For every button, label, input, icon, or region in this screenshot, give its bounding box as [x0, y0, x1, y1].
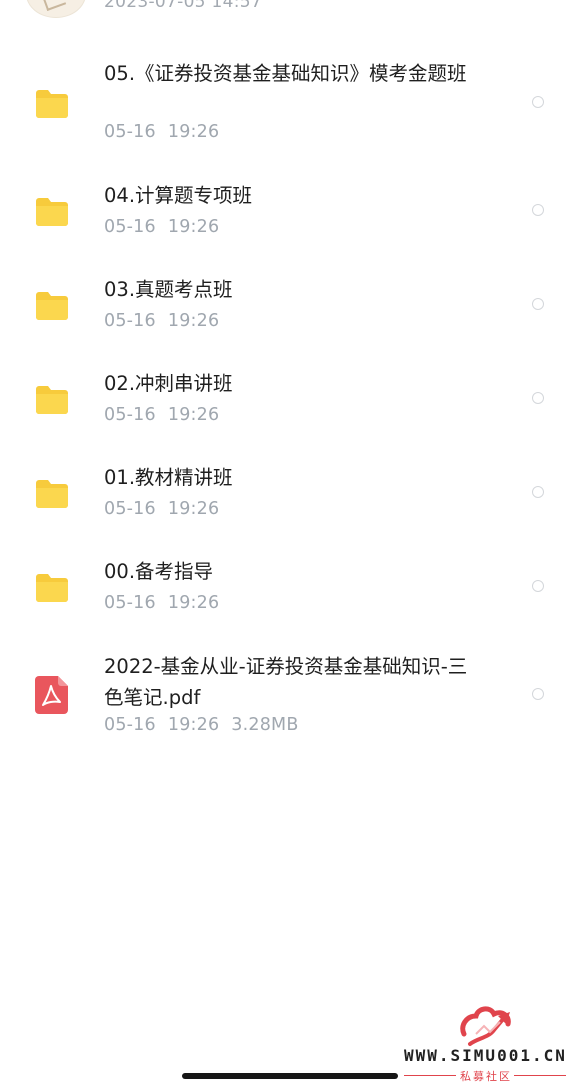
- file-date: 05-16: [104, 593, 156, 613]
- file-meta: 05-16 19:26: [104, 311, 219, 331]
- file-meta: 05-16 19:26: [104, 499, 219, 519]
- folder-icon: [36, 480, 68, 508]
- file-list-item[interactable]: 02.冲刺串讲班 05-16 19:26: [0, 368, 580, 432]
- select-radio[interactable]: [532, 204, 544, 216]
- file-list-item[interactable]: 00.备考指导 05-16 19:26: [0, 556, 580, 620]
- file-meta: 05-16 19:26: [104, 122, 219, 142]
- file-list-item[interactable]: 04.计算题专项班 05-16 19:26: [0, 180, 580, 244]
- watermark: WWW.SIMU001.CN 私募社区: [400, 1002, 580, 1088]
- file-name: 02.冲刺串讲班: [104, 372, 233, 395]
- previous-item-row[interactable]: 2023-07-05 14:57: [0, 0, 580, 20]
- file-time: 19:26: [167, 499, 220, 519]
- file-name: 03.真题考点班: [104, 278, 233, 301]
- previous-item-timestamp: 2023-07-05 14:57: [104, 0, 262, 12]
- folder-icon: [36, 386, 68, 414]
- file-list-item[interactable]: 01.教材精讲班 05-16 19:26: [0, 462, 580, 526]
- file-name: 05.《证券投资基金基础知识》模考金题班: [104, 62, 467, 85]
- file-time: 19:26: [167, 593, 220, 613]
- file-name: 01.教材精讲班: [104, 466, 233, 489]
- select-radio[interactable]: [532, 392, 544, 404]
- select-radio[interactable]: [532, 688, 544, 700]
- folder-icon: [36, 90, 68, 118]
- watermark-text: WWW.SIMU001.CN: [404, 1046, 567, 1065]
- file-date: 05-16: [104, 311, 156, 331]
- file-time: 19:26: [167, 715, 220, 735]
- home-indicator[interactable]: [182, 1073, 398, 1079]
- file-time: 19:26: [167, 122, 220, 142]
- select-radio[interactable]: [532, 486, 544, 498]
- select-radio[interactable]: [532, 580, 544, 592]
- file-list-item[interactable]: 05.《证券投资基金基础知识》模考金题班 05-16 19:26: [0, 55, 580, 155]
- file-time: 19:26: [167, 405, 220, 425]
- file-name: 00.备考指导: [104, 560, 214, 583]
- watermark-divider: [514, 1075, 566, 1076]
- watermark-divider: [404, 1075, 456, 1076]
- file-meta: 05-16 19:26: [104, 593, 219, 613]
- select-radio[interactable]: [532, 298, 544, 310]
- select-radio[interactable]: [532, 96, 544, 108]
- file-name: 04.计算题专项班: [104, 184, 253, 207]
- file-time: 19:26: [167, 217, 220, 237]
- file-time: 19:26: [167, 311, 220, 331]
- folder-icon: [36, 292, 68, 320]
- file-date: 05-16: [104, 217, 156, 237]
- file-meta: 05-16 19:26 3.28MB: [104, 715, 299, 735]
- folder-icon: [36, 198, 68, 226]
- file-meta: 05-16 19:26: [104, 217, 219, 237]
- file-list-item[interactable]: 2022-基金从业-证券投资基金基础知识-三色笔记.pdf 05-16 19:26…: [0, 650, 580, 740]
- file-size: 3.28MB: [231, 715, 299, 735]
- file-meta: 05-16 19:26: [104, 405, 219, 425]
- file-name: 2022-基金从业-证券投资基金基础知识-三色笔记.pdf: [104, 655, 468, 709]
- file-list-item[interactable]: 03.真题考点班 05-16 19:26: [0, 274, 580, 338]
- folder-icon: [36, 574, 68, 602]
- watermark-subtitle: 私募社区: [460, 1070, 512, 1083]
- file-date: 05-16: [104, 122, 156, 142]
- watermark-logo: [460, 1006, 511, 1046]
- file-date: 05-16: [104, 499, 156, 519]
- file-date: 05-16: [104, 715, 156, 735]
- pdf-icon: [35, 676, 68, 714]
- file-date: 05-16: [104, 405, 156, 425]
